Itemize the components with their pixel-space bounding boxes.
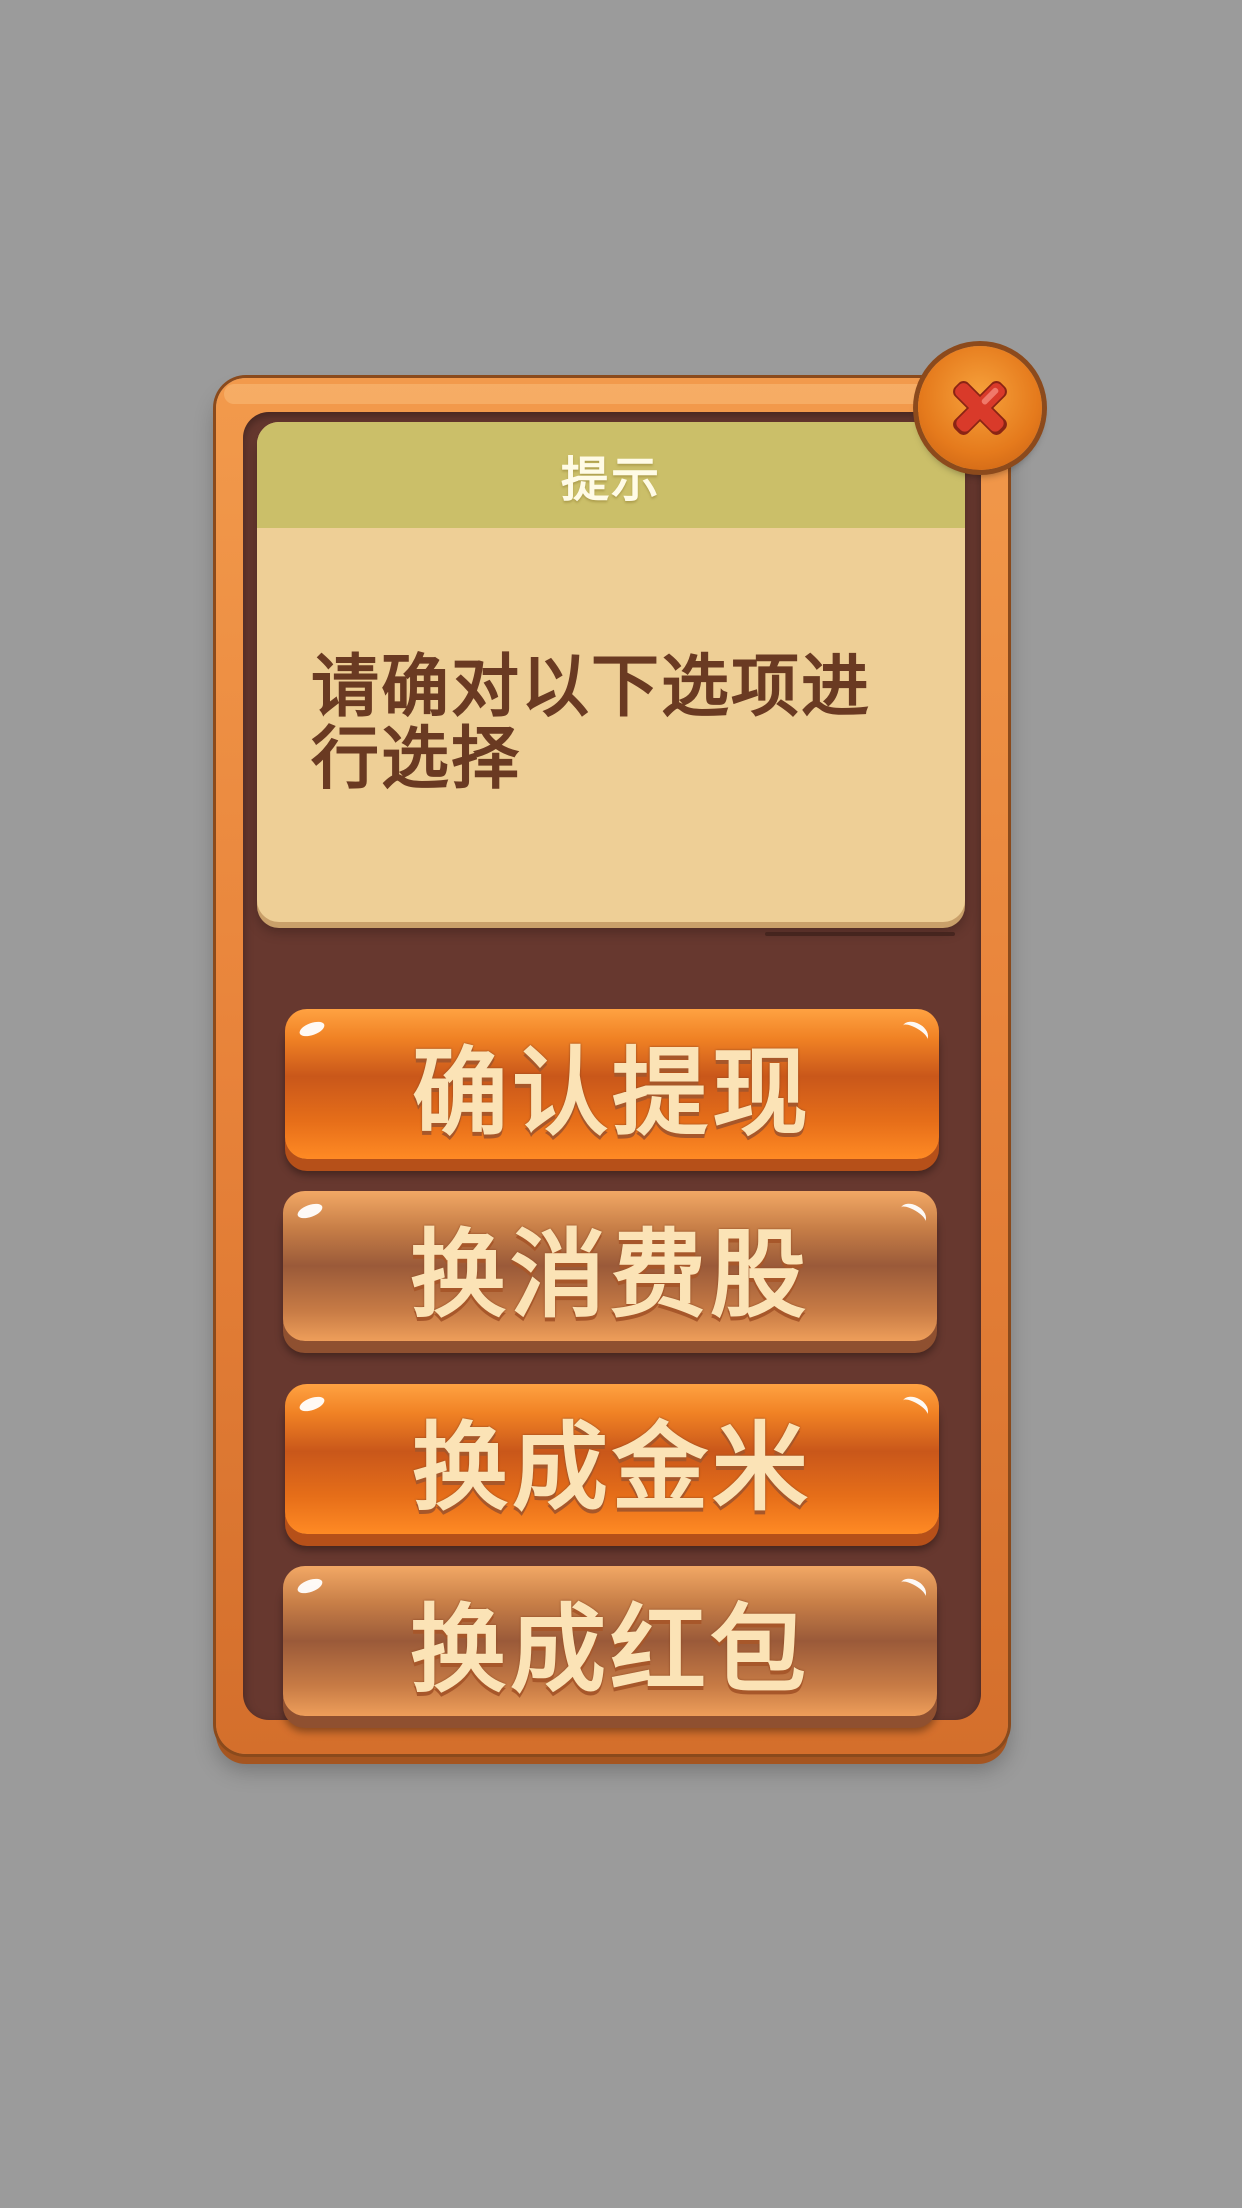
button-gloss — [898, 1392, 932, 1423]
dialog-header: 提示 — [257, 422, 965, 528]
close-button[interactable] — [918, 346, 1042, 470]
confirm-withdraw-button[interactable]: 确认提现 — [285, 1009, 939, 1159]
confirm-withdraw-label: 确认提现 — [412, 1036, 812, 1149]
dialog-title: 提示 — [560, 452, 661, 508]
exchange-red-packet-button[interactable]: 换成红包 — [283, 1566, 937, 1716]
button-gloss — [896, 1199, 930, 1230]
close-icon — [953, 381, 1007, 435]
dialog-frame: 提示 请确对以下选项进行选择 确认提现 换消费股 换成金米 换成红包 — [216, 378, 1008, 1754]
exchange-consumer-shares-button[interactable]: 换消费股 — [283, 1191, 937, 1341]
button-gloss — [297, 1393, 327, 1415]
button-gloss — [898, 1017, 932, 1048]
dialog-message: 请确对以下选项进行选择 — [311, 648, 872, 799]
exchange-gold-rice-button[interactable]: 换成金米 — [285, 1384, 939, 1534]
exchange-red-packet-label: 换成红包 — [410, 1593, 810, 1706]
dialog-inner-panel: 提示 请确对以下选项进行选择 确认提现 换消费股 换成金米 换成红包 — [243, 412, 981, 1720]
button-gloss — [295, 1575, 325, 1597]
button-gloss — [295, 1200, 325, 1222]
card-edge-shadow — [765, 932, 955, 936]
exchange-gold-rice-label: 换成金米 — [412, 1411, 812, 1524]
button-gloss — [297, 1018, 327, 1040]
message-card: 提示 请确对以下选项进行选择 — [257, 422, 965, 922]
exchange-consumer-shares-label: 换消费股 — [410, 1218, 810, 1331]
button-gloss — [896, 1574, 930, 1605]
